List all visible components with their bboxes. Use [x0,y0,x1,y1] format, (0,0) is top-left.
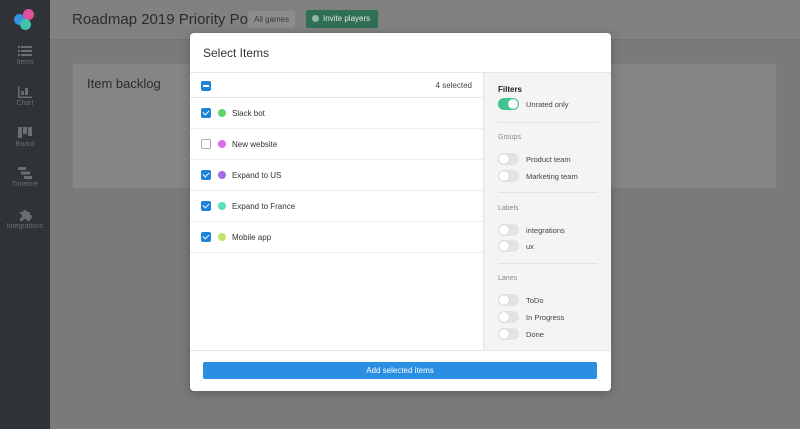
list-item[interactable]: Mobile app [190,222,483,253]
toggle-label: Marketing team [526,172,578,181]
filters-title: Filters [498,85,523,94]
in-progress-toggle[interactable] [498,311,519,323]
item-color-dot [218,202,226,210]
item-label: Slack bot [232,109,265,118]
nav-item-chart[interactable]: Chart [0,86,50,107]
divider [498,263,598,264]
nav-item-integrations[interactable]: Integrations [0,209,50,230]
app-logo[interactable] [14,9,36,31]
toggle-label: ux [526,242,534,251]
divider [498,192,598,193]
all-games-button[interactable]: All games [248,11,296,28]
done-toggle[interactable] [498,328,519,340]
nav-label: Items [16,59,34,66]
toggle-label: Unrated only [526,100,569,109]
toggle-label: integrations [526,226,565,235]
items-list: 4 selected Slack bot New website Expand … [190,73,483,350]
list-item[interactable]: Expand to US [190,160,483,191]
item-checkbox[interactable] [201,108,211,118]
list-item[interactable]: New website [190,129,483,160]
nav-label: Board [15,141,35,148]
nav-label: Timeline [11,181,39,188]
lanes-title: Lanes [498,275,518,282]
add-selected-items-button[interactable]: Add selected items [203,362,597,379]
item-checkbox[interactable] [201,170,211,180]
toggle-label: In Progress [526,313,565,322]
groups-title: Groups [498,134,521,141]
nav-item-timeline[interactable]: Timeline [0,167,50,188]
nav-label: Integrations [6,223,44,230]
item-color-dot [218,140,226,148]
modal-title: Select Items [203,46,270,60]
nav-item-board[interactable]: Board [0,127,50,148]
divider [498,122,598,123]
item-color-dot [218,109,226,117]
select-all-checkbox[interactable] [201,81,211,91]
item-label: New website [232,140,278,149]
timeline-icon [18,167,32,179]
invite-players-button[interactable]: Invite players [306,10,379,28]
unrated-only-toggle[interactable] [498,98,519,110]
list-item[interactable]: Expand to France [190,191,483,222]
todo-toggle[interactable] [498,294,519,306]
item-label: Mobile app [232,233,272,242]
item-label: Expand to US [232,171,282,180]
item-color-dot [218,171,226,179]
item-checkbox[interactable] [201,201,211,211]
list-item[interactable]: Slack bot [190,98,483,129]
board-icon [18,127,32,138]
chart-icon [18,86,32,98]
item-checkbox[interactable] [201,232,211,242]
select-items-modal: Select Items 4 selected Slack bot New we… [190,33,611,391]
selected-count: 4 selected [435,81,472,90]
integrations-toggle[interactable] [498,224,519,236]
labels-title: Labels [498,205,519,212]
nav-item-items[interactable]: Items [0,45,50,66]
page-title: Roadmap 2019 Priority Poker [72,11,269,28]
item-checkbox[interactable] [201,139,211,149]
toggle-label: ToDo [526,296,544,305]
toggle-label: Product team [526,155,571,164]
marketing-team-toggle[interactable] [498,170,519,182]
nav-label: Chart [16,100,34,107]
list-header: 4 selected [190,73,483,98]
modal-header: Select Items [190,33,611,73]
ux-toggle[interactable] [498,240,519,252]
puzzle-icon [20,210,32,221]
item-label: Expand to France [232,202,296,211]
modal-footer: Add selected items [190,350,611,391]
item-color-dot [218,233,226,241]
person-icon [312,15,319,23]
toggle-label: Done [526,330,544,339]
list-icon [18,46,32,56]
invite-players-label: Invite players [323,14,371,23]
filters-panel: Filters Unrated only Groups Product team… [483,73,611,350]
sidebar: Items Chart Board Timeline Integrations [0,0,50,429]
backlog-title: Item backlog [87,76,161,91]
product-team-toggle[interactable] [498,153,519,165]
